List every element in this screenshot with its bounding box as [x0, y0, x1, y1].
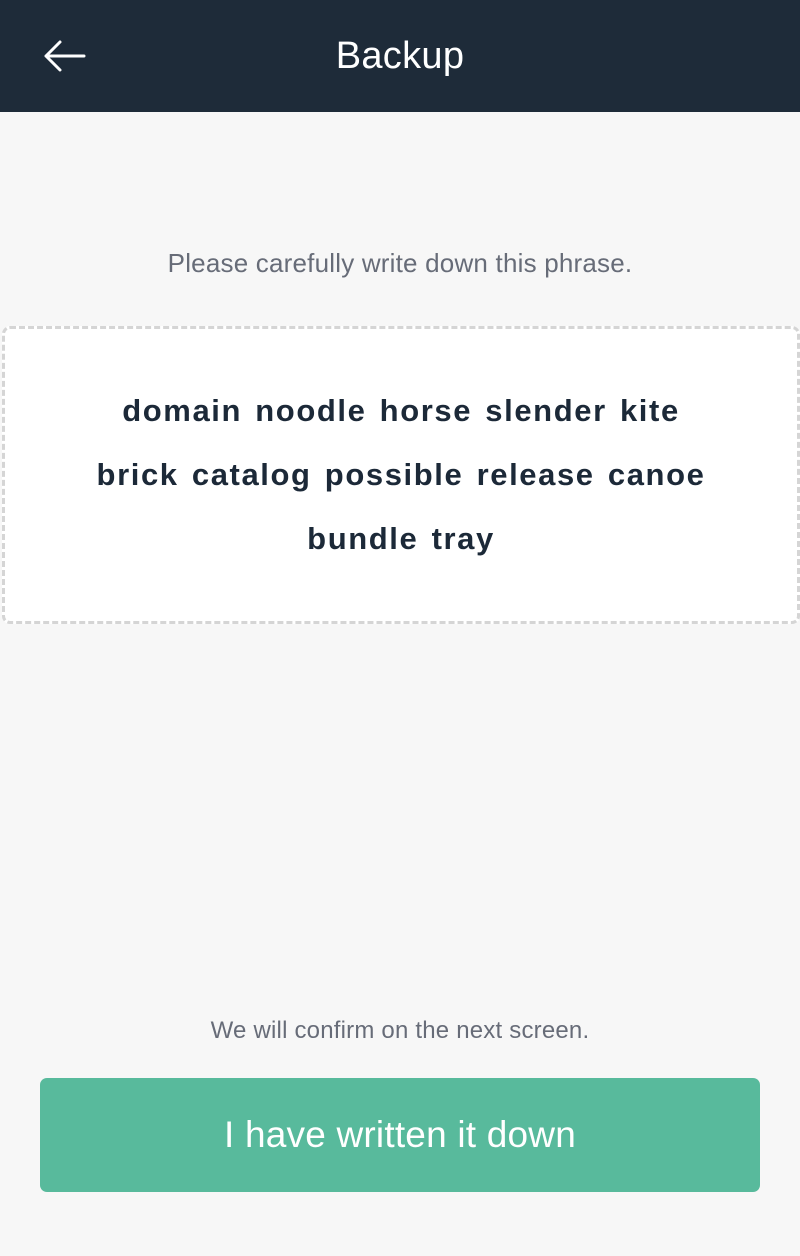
recovery-phrase-box: domain noodle horse slender kite brick c… [2, 326, 800, 624]
written-it-down-button[interactable]: I have written it down [40, 1078, 760, 1192]
instruction-text: Please carefully write down this phrase. [167, 248, 633, 278]
recovery-phrase-text: domain noodle horse slender kite brick c… [96, 393, 706, 556]
page-title: Backup [335, 35, 465, 77]
confirm-note: We will confirm on the next screen. [210, 1017, 590, 1044]
top-app-bar: Backup [0, 0, 800, 112]
